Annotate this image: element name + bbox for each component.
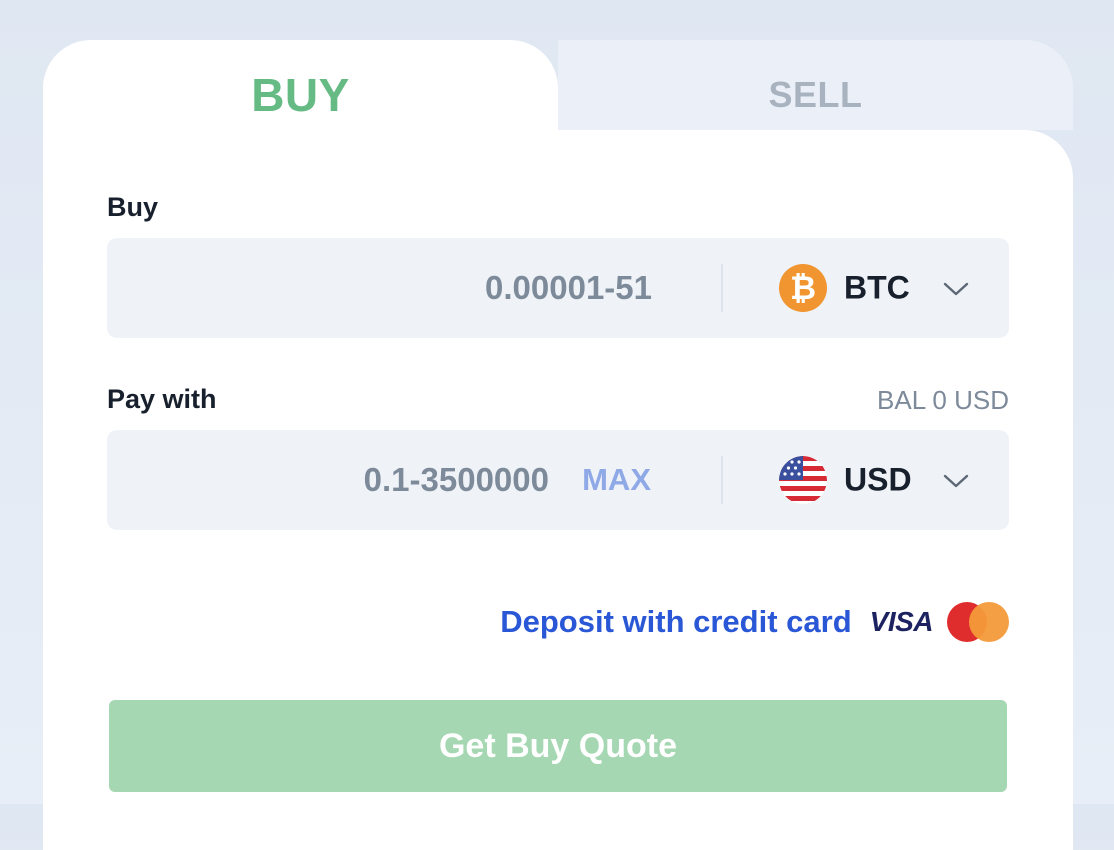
- get-buy-quote-button[interactable]: Get Buy Quote: [109, 700, 1007, 792]
- buy-amount-input[interactable]: 0.00001-51: [485, 269, 652, 307]
- pay-field-label: Pay with: [107, 384, 217, 414]
- visa-logo: VISA: [869, 606, 934, 637]
- tab-buy-label: BUY: [251, 69, 350, 121]
- mastercard-icon: [947, 602, 1009, 642]
- balance-text: BAL 0 USD: [877, 385, 1009, 415]
- buy-panel: Buy 0.00001-51 ₿ BTC Pay with BAL 0 USD …: [43, 130, 1073, 850]
- trade-card: BUY SELL Buy 0.00001-51 ₿ BTC Pay with B…: [43, 40, 1073, 850]
- deposit-row: Deposit with credit card VISA: [500, 600, 1009, 644]
- buy-field-label: Buy: [107, 192, 159, 222]
- pay-currency-code: USD: [844, 461, 912, 498]
- buy-amount-box: 0.00001-51 ₿ BTC: [107, 238, 1009, 338]
- chevron-down-icon: [943, 474, 969, 488]
- max-button[interactable]: MAX: [582, 462, 651, 498]
- chevron-down-icon: [943, 282, 969, 296]
- buy-currency-code: BTC: [844, 269, 910, 306]
- tab-sell-label: SELL: [768, 74, 863, 115]
- buy-currency-select[interactable]: ₿ BTC: [723, 238, 1009, 338]
- pay-currency-select[interactable]: USD: [723, 430, 1009, 530]
- pay-amount-input[interactable]: 0.1-3500000: [364, 461, 549, 499]
- pay-amount-box: 0.1-3500000 MAX USD: [107, 430, 1009, 530]
- deposit-credit-card-link[interactable]: Deposit with credit card: [500, 604, 851, 640]
- tab-sell[interactable]: SELL: [558, 40, 1073, 130]
- us-flag-icon: [779, 456, 827, 504]
- bitcoin-icon: ₿: [779, 264, 827, 312]
